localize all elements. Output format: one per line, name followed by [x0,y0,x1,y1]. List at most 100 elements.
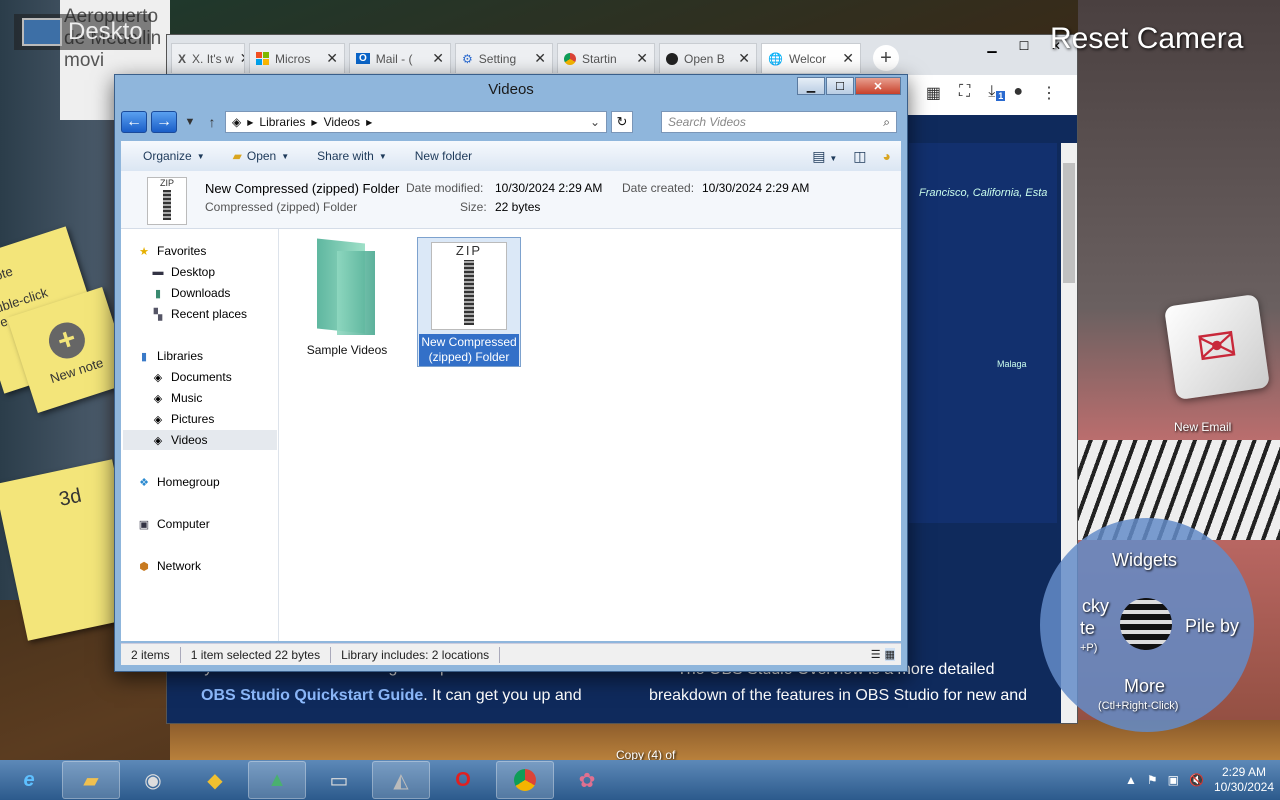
crop-icon[interactable]: ⛶ [959,83,970,103]
forward-button[interactable]: → [151,111,177,133]
extensions-icon[interactable]: ▦ [926,83,941,103]
pile-by-item[interactable]: Pile by [1185,616,1239,637]
media-player-icon[interactable]: ◉ [124,761,182,799]
flag-icon[interactable]: ⚑ [1147,773,1158,787]
videos-icon: ◈ [153,434,163,447]
app-icon-colorful[interactable]: ◆ [186,761,244,799]
refresh-button[interactable]: ↻ [611,111,633,133]
browser-tab[interactable]: Open B ✕ [659,43,757,73]
file-name-editing[interactable]: New Compressed (zipped) Folder [419,334,519,366]
widgets-item[interactable]: Widgets [1112,550,1177,571]
opera-icon[interactable]: O [434,761,492,799]
close-tab-icon[interactable]: ✕ [636,50,648,67]
maximize-button[interactable]: ☐ [1009,37,1039,55]
nav-network[interactable]: ⬢ Network [137,556,209,576]
nav-computer[interactable]: ▣ Computer [137,514,218,534]
widgets-center-icon[interactable] [1120,598,1172,650]
network-tray-icon[interactable]: ▣ [1168,773,1179,787]
reset-camera-button[interactable]: Reset Camera [1050,22,1243,56]
browser-tab[interactable]: ⚙ Setting ✕ [455,43,553,73]
explorer-window[interactable]: Videos ▁ ☐ ✕ ← → ▼ ↑ ◈ ▶ Libraries ▶ Vid… [114,74,908,672]
search-input[interactable]: Search Videos ⌕ [661,111,897,133]
close-tab-icon[interactable]: ✕ [534,50,546,67]
internet-explorer-icon[interactable]: e [0,761,58,799]
nav-label: Downloads [171,286,231,300]
up-button[interactable]: ↑ [203,114,221,130]
more-item[interactable]: More [1124,676,1165,697]
new-tab-button[interactable]: + [873,45,899,71]
nav-downloads[interactable]: ▮ Downloads [151,283,238,303]
back-button[interactable]: ← [121,111,147,133]
nav-desktop[interactable]: ▬ Desktop [151,262,223,282]
close-tab-icon[interactable]: ✕ [326,50,338,67]
bumptop-icon[interactable]: ✿ [558,761,616,799]
scrollbar-thumb[interactable] [1063,163,1075,283]
nav-music[interactable]: ◈ Music [151,388,210,408]
explorer-titlebar[interactable]: Videos [115,75,907,103]
help-icon[interactable]: ◕ [883,148,891,164]
large-icons-view-icon[interactable]: ▦ [884,648,895,661]
file-explorer-icon[interactable]: ▰ [62,761,120,799]
open-button[interactable]: ▰ Open ▼ [221,149,302,163]
browser-tab[interactable]: O Mail - ( ✕ [349,43,451,73]
volume-muted-icon[interactable]: 🔇 [1189,773,1204,787]
close-tab-icon[interactable]: ✕ [240,50,244,67]
new-folder-button[interactable]: New folder [403,149,484,163]
close-tab-icon[interactable]: ✕ [842,50,854,67]
file-name-line: (zipped) Folder [428,350,510,364]
file-item-sample-videos[interactable]: Sample Videos [295,237,399,367]
tray-expand-icon[interactable]: ▲ [1125,773,1137,787]
nav-favorites[interactable]: ★ Favorites [137,241,214,261]
open-label: Open [246,149,277,163]
tab-label: Welcor [788,51,827,66]
preview-pane-icon[interactable]: ◫ [853,148,866,165]
nav-pictures[interactable]: ◈ Pictures [151,409,222,429]
file-list[interactable]: Sample Videos ZIP New Compressed (zipped… [279,229,901,641]
browser-tab[interactable]: X X. It's w ✕ [171,43,245,73]
nav-documents[interactable]: ◈ Documents [151,367,240,387]
share-with-button[interactable]: Share with ▼ [305,149,399,163]
profile-icon[interactable]: ● [1013,83,1023,103]
size-value: 22 bytes [495,200,541,214]
file-item-zip-folder[interactable]: ZIP New Compressed (zipped) Folder [417,237,521,367]
close-button[interactable]: ✕ [855,77,901,95]
search-icon[interactable]: ⌕ [883,115,890,130]
clock[interactable]: 2:29 AM 10/30/2024 [1214,765,1274,795]
nav-recent-places[interactable]: ▚ Recent places [151,304,255,324]
minimize-button[interactable]: ▁ [977,37,1007,55]
close-tab-icon[interactable]: ✕ [432,50,444,67]
detail-file-name: New Compressed (zipped) Folder [205,181,400,196]
maximize-button[interactable]: ☐ [826,77,854,95]
details-view-icon[interactable]: ☰ [871,648,881,661]
nav-libraries[interactable]: ▮ Libraries [137,346,211,366]
zip-icon: ZIP [147,177,187,225]
menu-icon[interactable]: ⋮ [1041,83,1057,103]
chevron-down-icon[interactable]: ⌄ [590,115,600,129]
desktop-button[interactable]: Deskto [14,14,151,50]
widgets-pie-menu[interactable]: Widgets Pile by More (Ctl+Right-Click) c… [1040,518,1254,732]
organize-button[interactable]: Organize ▼ [131,149,217,163]
browser-tab[interactable]: Micros ✕ [249,43,345,73]
change-view-icon[interactable]: ▤ ▼ [812,148,837,165]
nav-videos[interactable]: ◈ Videos [123,430,277,450]
address-bar[interactable]: ◈ ▶ Libraries ▶ Videos ▶ ⌄ [225,111,607,133]
close-tab-icon[interactable]: ✕ [738,50,750,67]
scanner-icon[interactable]: ▭ [310,761,368,799]
library-info: Library includes: 2 locations [331,646,501,663]
recent-pages-dropdown[interactable]: ▼ [181,116,199,128]
nav-homegroup[interactable]: ❖ Homegroup [137,472,228,492]
quickstart-link[interactable]: OBS Studio Quickstart Guide [201,687,423,704]
download-icon[interactable]: ⤓ 1 [988,83,1006,103]
app-icon-green[interactable]: ▲ [248,761,306,799]
sticky-item-partial[interactable]: cky [1082,596,1109,617]
browser-tab[interactable]: Startin ✕ [557,43,655,73]
gimp-icon[interactable]: ◭ [372,761,430,799]
browser-tab-active[interactable]: 🌐 Welcor ✕ [761,43,861,73]
zip-icon: ZIP [431,242,507,330]
breadcrumb-libraries[interactable]: Libraries [259,115,305,129]
breadcrumb-videos[interactable]: Videos [324,115,360,129]
chrome-icon[interactable] [496,761,554,799]
new-email-icon[interactable]: ✉ [1163,293,1271,401]
minimize-button[interactable]: ▁ [797,77,825,95]
map-text: Francisco, California, Esta [919,187,1048,199]
